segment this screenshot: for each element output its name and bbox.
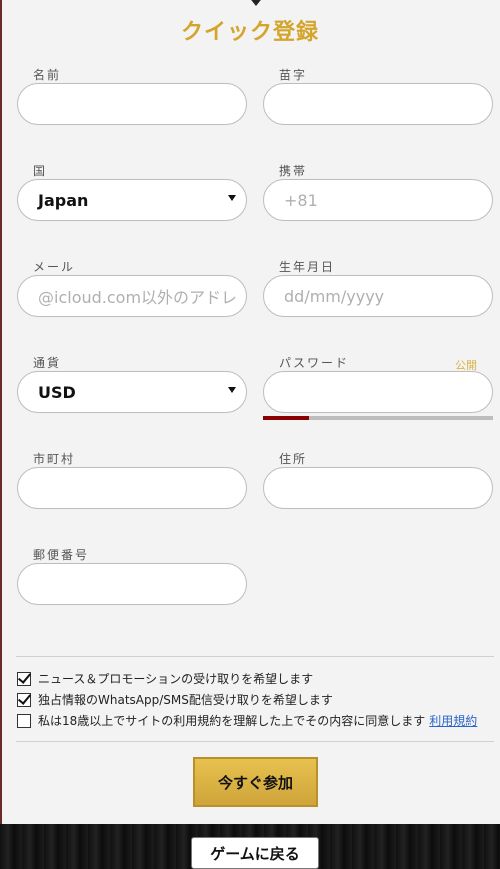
join-now-button[interactable]: 今すぐ参加 <box>193 757 318 807</box>
address-input[interactable] <box>263 467 493 509</box>
email-input[interactable]: @icloud.com以外のアドレ <box>17 275 247 317</box>
back-to-game-button[interactable]: ゲームに戻る <box>191 837 319 869</box>
password-strength-meter <box>263 416 493 420</box>
mobile-label: 携帯 <box>279 164 308 178</box>
checkbox[interactable] <box>17 692 31 707</box>
city-input[interactable] <box>17 467 247 509</box>
first-name-input[interactable] <box>17 83 247 125</box>
checkbox[interactable] <box>17 713 31 728</box>
caret-down-icon <box>228 387 236 393</box>
consent-sms[interactable]: 独占情報のWhatsApp/SMS配信受け取りを希望します <box>17 691 333 708</box>
first-name-label: 名前 <box>33 68 62 82</box>
consent-news-label: ニュース＆プロモーションの受け取りを希望します <box>38 672 314 686</box>
last-name-label: 苗字 <box>279 68 308 82</box>
currency-select[interactable]: USD <box>17 371 247 413</box>
currency-value: USD <box>38 382 76 402</box>
consent-sms-label: 独占情報のWhatsApp/SMS配信受け取りを希望します <box>38 693 333 707</box>
terms-link[interactable]: 利用規約 <box>429 712 477 729</box>
postal-code-input[interactable] <box>17 563 247 605</box>
frame-edge <box>0 0 2 824</box>
country-select[interactable]: Japan <box>17 179 247 221</box>
mobile-input[interactable]: +81 <box>263 179 493 221</box>
currency-label: 通貨 <box>33 356 62 370</box>
address-label: 住所 <box>279 452 308 466</box>
country-label: 国 <box>33 164 48 178</box>
dob-input[interactable]: dd/mm/yyyy <box>263 275 493 317</box>
checkbox[interactable] <box>17 671 31 686</box>
last-name-input[interactable] <box>263 83 493 125</box>
password-label: パスワード <box>279 356 350 370</box>
dropdown-arrow-icon <box>248 0 264 6</box>
consent-terms[interactable]: 私は18歳以上でサイトの利用規約を理解した上でその内容に同意します 利用規約 <box>17 712 477 729</box>
page-title: クイック登録 <box>180 20 319 45</box>
email-label: メール <box>33 260 76 274</box>
password-input[interactable] <box>263 371 493 413</box>
password-strength-fill <box>263 416 309 420</box>
divider <box>16 741 494 742</box>
postal-code-label: 郵便番号 <box>33 548 90 562</box>
country-value: Japan <box>38 190 89 210</box>
consent-news[interactable]: ニュース＆プロモーションの受け取りを希望します <box>17 670 313 687</box>
caret-down-icon <box>228 195 236 201</box>
divider <box>16 656 494 657</box>
city-label: 市町村 <box>33 452 76 466</box>
consent-terms-label: 私は18歳以上でサイトの利用規約を理解した上でその内容に同意します <box>38 714 426 728</box>
dob-label: 生年月日 <box>279 260 336 274</box>
